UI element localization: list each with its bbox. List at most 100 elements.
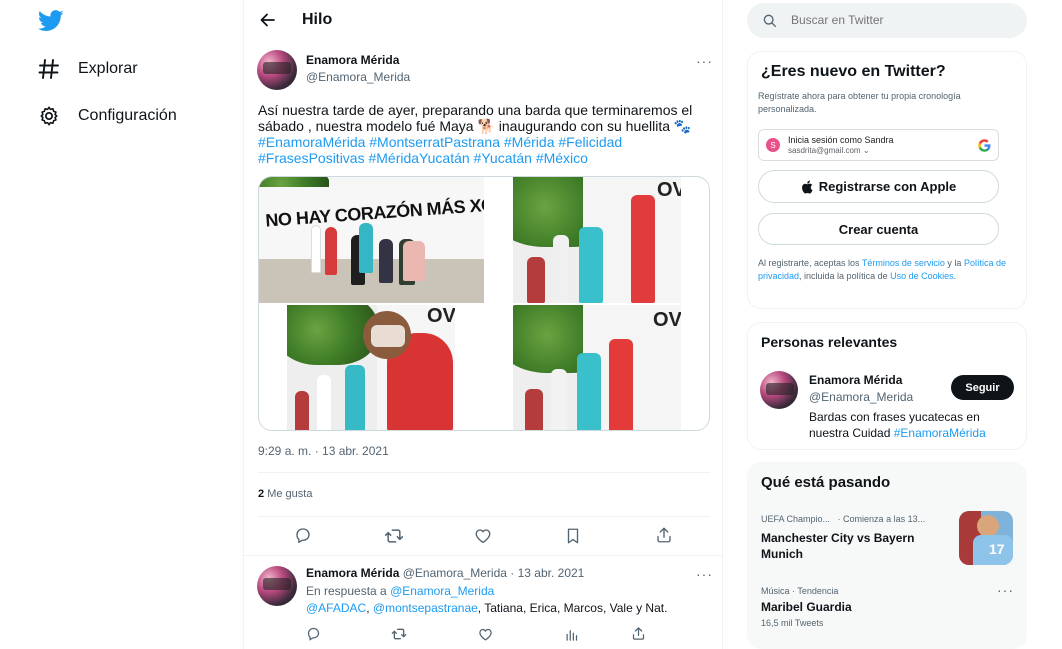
signup-legal: Al registrarte, aceptas los Términos de … <box>758 258 1006 281</box>
tweet-media-grid: NO HAY CORAZÓN MÁS XOHOCH QUE EL DE UN P… <box>258 176 710 431</box>
follow-label: Seguir <box>965 381 1000 394</box>
search-icon <box>763 14 776 27</box>
in-reply-handle[interactable]: @Enamora_Merida <box>390 584 494 598</box>
google-account-email: sasdrita@gmail.com <box>788 146 861 155</box>
apple-signup-button[interactable]: Registrarse con Apple <box>758 170 999 203</box>
likes-count-link[interactable]: 2 Me gusta <box>258 488 312 500</box>
avatar[interactable] <box>257 50 297 90</box>
reply-icon[interactable] <box>306 626 326 646</box>
in-reply-prefix: En respuesta a <box>306 584 387 598</box>
create-account-label: Crear cuenta <box>838 221 919 237</box>
sidebar-right: ¿Eres nuevo en Twitter? Regístrate ahora… <box>747 0 1027 649</box>
nav-item-explorar[interactable]: Explorar <box>38 54 138 84</box>
apple-signup-label: Registrarse con Apple <box>818 179 957 194</box>
reply-author-name[interactable]: Enamora Mérida <box>306 566 399 580</box>
hashtag-icon <box>38 59 59 79</box>
tweet-author-name[interactable]: Enamora Mérida <box>306 53 399 67</box>
search-box[interactable] <box>747 3 1027 38</box>
share-icon[interactable] <box>655 526 675 546</box>
in-reply-to: En respuesta a @Enamora_Merida <box>306 584 494 598</box>
reply-header: Enamora Mérida @Enamora_Merida · 13 abr.… <box>306 566 584 580</box>
likes-label: Me gusta <box>267 488 313 500</box>
reply-icon[interactable] <box>294 526 314 546</box>
reply-author-handle[interactable]: @Enamora_Merida <box>403 566 507 580</box>
gear-icon <box>40 106 58 126</box>
terms-link[interactable]: Términos de servicio <box>862 258 945 268</box>
mention-link[interactable]: @montsepastranae <box>373 601 478 615</box>
left-nav: Explorar Configuración <box>0 0 243 649</box>
twitter-logo-icon[interactable] <box>37 10 64 32</box>
like-icon[interactable] <box>478 627 498 647</box>
follow-button[interactable]: Seguir <box>951 375 1014 400</box>
nav-item-label: Configuración <box>78 107 177 124</box>
reply-text-rest: , Tatiana, Erica, Marcos, Vale y Nat. <box>477 601 668 615</box>
google-account-email-row: sasdrita@gmail.com ⌄ <box>788 146 870 155</box>
google-signin-button[interactable]: S Inicia sesión como Sandra sasdrita@gma… <box>758 129 999 161</box>
more-options-icon[interactable]: ··· <box>696 53 713 69</box>
relevant-user-bio: Bardas con frases yucatecas en nuestra Cu… <box>809 410 986 440</box>
signup-title: ¿Eres nuevo en Twitter? <box>761 63 946 80</box>
page-title: Hilo <box>302 11 333 28</box>
create-account-button[interactable]: Crear cuenta <box>758 213 999 245</box>
tweet-author-handle[interactable]: @Enamora_Merida <box>306 70 410 84</box>
divider <box>258 516 710 517</box>
divider <box>258 472 710 473</box>
tweet-photo[interactable]: OV <box>287 305 455 430</box>
wall-text: OV <box>653 309 681 331</box>
retweet-icon[interactable] <box>384 526 404 546</box>
chevron-down-icon[interactable]: ⌄ <box>863 146 870 155</box>
relevant-user-name[interactable]: Enamora Mérida <box>809 373 902 387</box>
wall-text: OV <box>427 305 455 327</box>
google-account-name: Inicia sesión como Sandra <box>788 135 894 145</box>
share-icon[interactable] <box>631 626 651 646</box>
google-account-avatar: S <box>766 138 780 152</box>
signup-subtitle: Regístrate ahora para obtener tu propia … <box>758 91 961 114</box>
trend-meta: UEFA Champio... · Comienza a las 13... <box>761 514 926 524</box>
likes-count: 2 <box>258 488 265 500</box>
tweet-hashtags[interactable]: #FrasesPositivas #MéridaYucatán #Yucatán… <box>258 150 588 166</box>
thread-column: Hilo Enamora Mérida @Enamora_Merida ··· … <box>243 0 723 649</box>
relevant-people-card: Personas relevantes Enamora Mérida @Enam… <box>747 322 1027 450</box>
nav-item-configuracion[interactable]: Configuración <box>38 101 177 131</box>
more-options-icon[interactable]: ··· <box>696 566 713 582</box>
signup-card: ¿Eres nuevo en Twitter? Regístrate ahora… <box>747 51 1027 309</box>
tweet-photo[interactable]: OV <box>513 305 681 430</box>
tweet-hashtags[interactable]: #EnamoraMérida #MontserratPastrana #Méri… <box>258 134 622 150</box>
tweet-photo[interactable]: OV <box>513 177 681 303</box>
trend-thumbnail: 17 <box>959 511 1013 565</box>
bio-hashtag[interactable]: #EnamoraMérida <box>894 426 986 440</box>
analytics-icon[interactable] <box>564 627 584 647</box>
search-input[interactable] <box>791 11 1011 29</box>
reply-text: @AFADAC, @montsepastranae, Tatiana, Eric… <box>306 601 668 615</box>
jersey-number: 17 <box>989 541 1005 557</box>
avatar[interactable] <box>257 566 297 606</box>
trend-item[interactable]: UEFA Champio... · Comienza a las 13... M… <box>747 504 1027 576</box>
reply-date[interactable]: · 13 abr. 2021 <box>510 566 584 580</box>
tweet-timestamp[interactable]: 9:29 a. m. · 13 abr. 2021 <box>258 444 389 458</box>
back-arrow-icon[interactable] <box>258 10 278 30</box>
trend-count: 16,5 mil Tweets <box>761 618 824 628</box>
bookmark-icon[interactable] <box>565 527 585 547</box>
relevant-user-handle[interactable]: @Enamora_Merida <box>809 390 913 404</box>
trend-meta: Música · Tendencia <box>761 586 839 596</box>
divider <box>244 555 722 556</box>
nav-item-label: Explorar <box>78 60 138 77</box>
relevant-title: Personas relevantes <box>761 334 898 350</box>
tweet-body: Así nuestra tarde de ayer, preparando un… <box>258 102 693 134</box>
apple-logo-icon <box>801 180 813 194</box>
tweet-text: Así nuestra tarde de ayer, preparando un… <box>258 102 708 166</box>
like-icon[interactable] <box>474 527 494 547</box>
trends-title: Qué está pasando <box>761 474 891 491</box>
mention-link[interactable]: @AFADAC <box>306 601 366 615</box>
trend-title: Maribel Guardia <box>761 600 852 614</box>
avatar[interactable] <box>760 371 798 409</box>
trend-title: Manchester City vs Bayern Munich <box>761 531 915 561</box>
trends-card: Qué está pasando UEFA Champio... · Comie… <box>747 462 1027 649</box>
retweet-icon[interactable] <box>391 626 411 646</box>
cookies-link[interactable]: Uso de Cookies <box>890 271 954 281</box>
trend-item[interactable]: Música · Tendencia ··· Maribel Guardia 1… <box>747 578 1027 648</box>
tweet-photo[interactable]: NO HAY CORAZÓN MÁS XOHOCH QUE EL DE UN P… <box>259 177 484 303</box>
more-options-icon[interactable]: ··· <box>997 582 1014 598</box>
google-logo-icon <box>978 139 991 152</box>
wall-text: OV <box>657 179 681 201</box>
